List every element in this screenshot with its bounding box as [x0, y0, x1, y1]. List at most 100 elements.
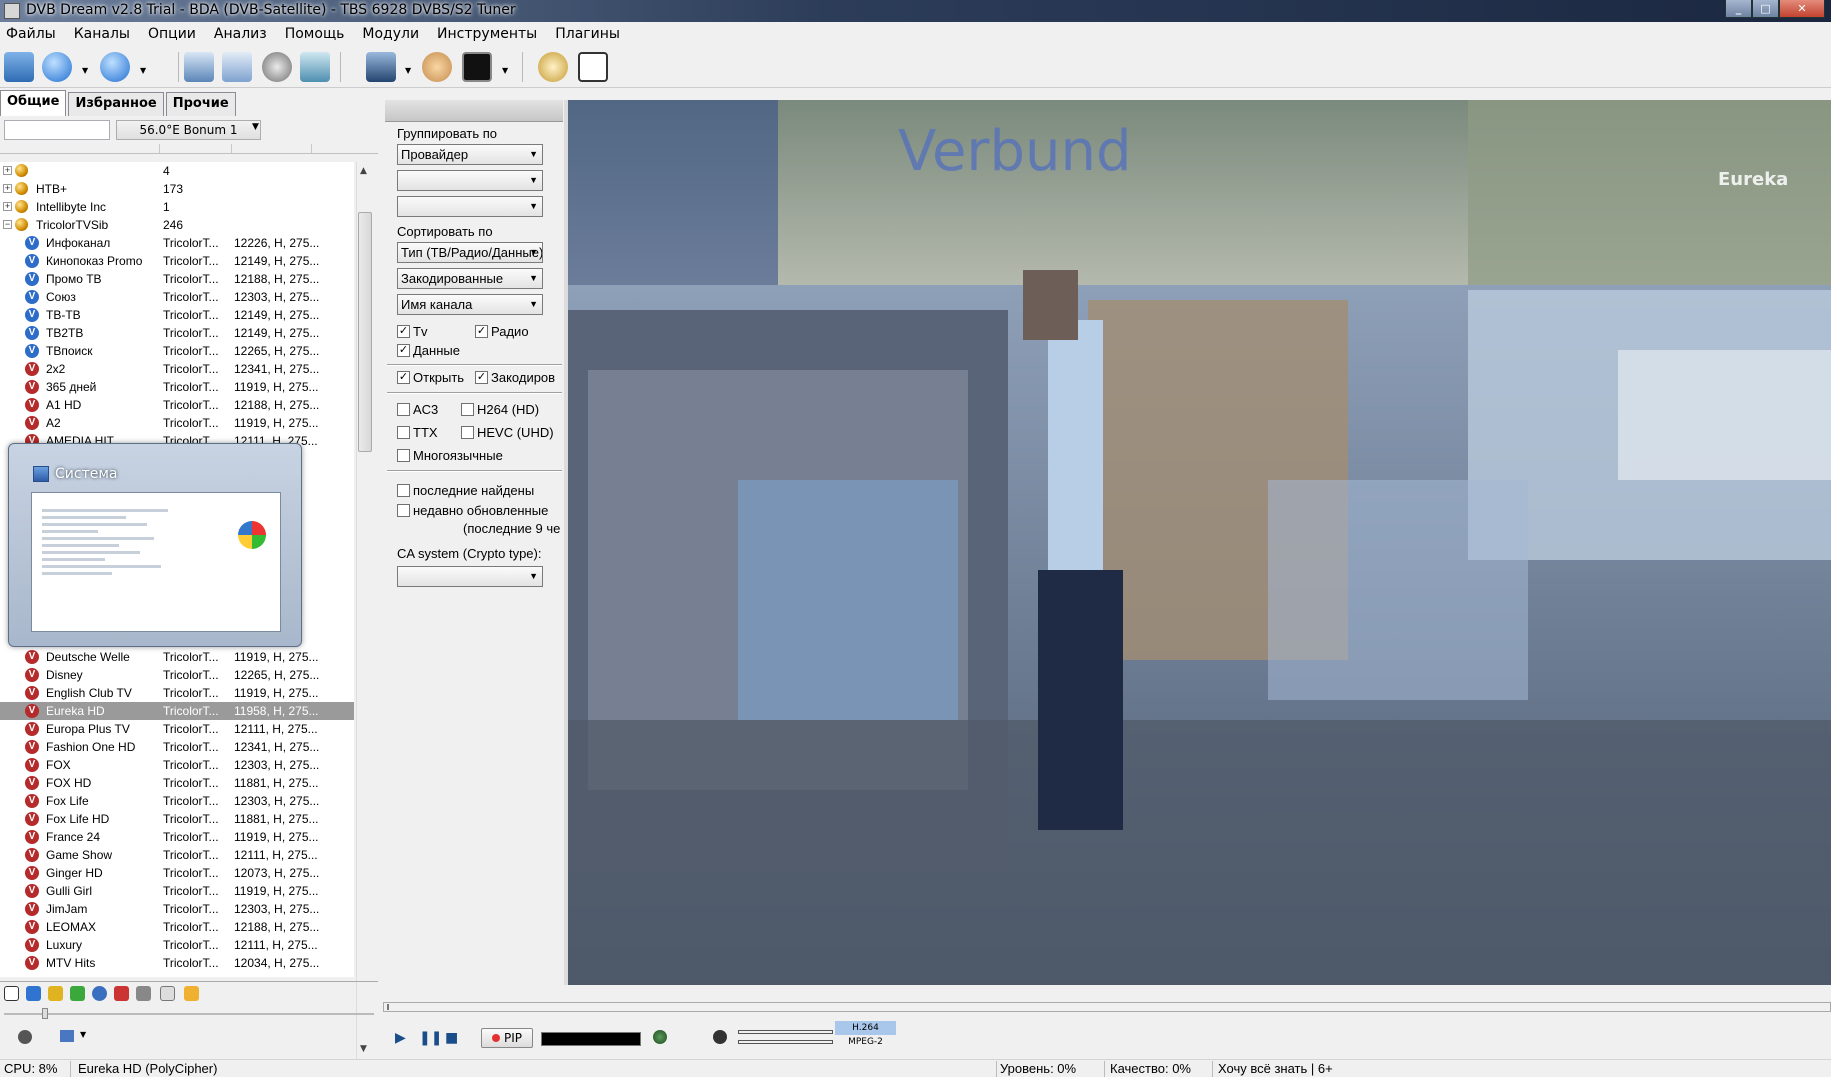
- tv-checkbox[interactable]: ✓ Tv: [397, 324, 427, 339]
- expand-icon[interactable]: +: [3, 202, 12, 211]
- pause-icon[interactable]: ❚❚: [419, 1030, 442, 1046]
- signal-meter-icon[interactable]: [578, 52, 608, 82]
- expand-icon[interactable]: +: [3, 166, 12, 175]
- channel-row[interactable]: V Deutsche Welle TricolorT... 11919, H, 275…: [0, 648, 354, 666]
- channel-row[interactable]: V Промо ТВ TricolorT... 12188, H, 275...: [0, 270, 354, 288]
- channel-row[interactable]: V A2 TricolorT... 11919, H, 275...: [0, 414, 354, 432]
- channel-row[interactable]: V Europa Plus TV TricolorT... 12111, H, 275…: [0, 720, 354, 738]
- monitor-icon[interactable]: [184, 52, 214, 82]
- scrollbar-thumb[interactable]: [358, 212, 372, 452]
- channel-row[interactable]: V MTV Hits TricolorT... 12034, H, 275...: [0, 954, 354, 972]
- channel-row[interactable]: V A1 HD TricolorT... 12188, H, 275...: [0, 396, 354, 414]
- channel-row[interactable]: V Ginger HD TricolorT... 12073, H, 275...: [0, 864, 354, 882]
- epg-icon[interactable]: [222, 52, 252, 82]
- stop-recording-icon[interactable]: [422, 52, 452, 82]
- channel-row[interactable]: V Fox Life HD TricolorT... 11881, H, 275...: [0, 810, 354, 828]
- maximize-button[interactable]: □: [1752, 0, 1779, 18]
- channel-row[interactable]: V Game Show TricolorT... 12111, H, 275...: [0, 846, 354, 864]
- channel-row[interactable]: V Fox Life TricolorT... 12303, H, 275...: [0, 792, 354, 810]
- channel-row[interactable]: V JimJam TricolorT... 12303, H, 275...: [0, 900, 354, 918]
- menu-channels[interactable]: Каналы: [74, 26, 130, 42]
- last-found-checkbox[interactable]: последние найдены: [397, 483, 534, 498]
- back-dropdown-icon[interactable]: ▼: [82, 66, 88, 75]
- forward-icon[interactable]: [100, 52, 130, 82]
- channel-row[interactable]: V English Club TV TricolorT... 11919, H, 27…: [0, 684, 354, 702]
- ac3-checkbox[interactable]: AC3: [397, 402, 438, 417]
- open-checkbox[interactable]: ✓ Открыть: [397, 370, 464, 385]
- forward-dropdown-icon[interactable]: ▼: [140, 66, 146, 75]
- channel-row[interactable]: V 2x2 TricolorT... 12341, H, 275...: [0, 360, 354, 378]
- h264-checkbox[interactable]: H264 (HD): [461, 402, 539, 417]
- tab-favorites[interactable]: Избранное: [68, 92, 164, 116]
- channel-row[interactable]: V Eureka HD TricolorT... 11958, H, 275...: [0, 702, 354, 720]
- channel-row[interactable]: V Fashion One HD TricolorT... 12341, H, 275…: [0, 738, 354, 756]
- multilang-checkbox[interactable]: Многоязычные: [397, 448, 503, 463]
- channel-row[interactable]: V ТВ2ТВ TricolorT... 12149, H, 275...: [0, 324, 354, 342]
- stop-icon[interactable]: ■: [445, 1030, 458, 1046]
- tv-filter-icon[interactable]: [26, 986, 41, 1001]
- seek-bar[interactable]: [383, 1002, 1831, 1012]
- back-icon[interactable]: [42, 52, 72, 82]
- channel-row[interactable]: V Luxury TricolorT... 12111, H, 275...: [0, 936, 354, 954]
- collapse-icon[interactable]: −: [3, 220, 12, 229]
- channel-row[interactable]: V Союз TricolorT... 12303, H, 275...: [0, 288, 354, 306]
- channel-row[interactable]: V ТВ-ТВ TricolorT... 12149, H, 275...: [0, 306, 354, 324]
- menu-plugins[interactable]: Плагины: [555, 26, 620, 42]
- channel-row[interactable]: V 365 дней TricolorT... 11919, H, 275...: [0, 378, 354, 396]
- close-button[interactable]: ✕: [1779, 0, 1825, 18]
- hevc-checkbox[interactable]: HEVC (UHD): [461, 425, 554, 440]
- seek-handle[interactable]: [387, 1004, 389, 1010]
- gear-icon[interactable]: [262, 52, 292, 82]
- channel-row[interactable]: V France 24 TricolorT... 11919, H, 275...: [0, 828, 354, 846]
- channel-search-input[interactable]: [4, 120, 110, 140]
- recently-updated-checkbox[interactable]: недавно обновленные: [397, 503, 562, 518]
- video-display[interactable]: Verbund Eureka: [568, 100, 1831, 985]
- group-by-select-3[interactable]: ▼: [397, 196, 543, 217]
- menu-analysis[interactable]: Анализ: [214, 26, 267, 42]
- group-by-select[interactable]: Провайдер ▼: [397, 144, 543, 165]
- radio-checkbox[interactable]: ✓ Радио: [475, 324, 529, 339]
- channel-row[interactable]: V Инфоканал TricolorT... 12226, H, 275...: [0, 234, 354, 252]
- data-filter-icon[interactable]: [70, 986, 85, 1001]
- ca-system-select[interactable]: ▼: [397, 566, 543, 587]
- channel-row[interactable]: V Кинопоказ Promo TricolorT... 12149, H, 27…: [0, 252, 354, 270]
- slider-handle[interactable]: [42, 1008, 48, 1019]
- menu-files[interactable]: Файлы: [6, 26, 56, 42]
- speaker-icon[interactable]: [18, 1030, 32, 1044]
- collapse-icon[interactable]: [4, 986, 19, 1001]
- volume-slider-right[interactable]: [738, 1040, 833, 1044]
- sort-select-1[interactable]: Тип (ТВ/Радио/Данные) ▼: [397, 242, 543, 263]
- sort-select-3[interactable]: Имя канала ▼: [397, 294, 543, 315]
- timer-icon[interactable]: [538, 52, 568, 82]
- record-dropdown-icon[interactable]: ▼: [405, 66, 411, 75]
- open-channels-icon[interactable]: [4, 52, 34, 82]
- menu-help[interactable]: Помощь: [285, 26, 345, 42]
- encrypted-checkbox[interactable]: ✓ Закодиров: [475, 370, 563, 385]
- view-mode-dropdown-icon[interactable]: ▼: [80, 1030, 86, 1039]
- edit-icon[interactable]: [160, 986, 175, 1001]
- recorder-icon[interactable]: [462, 52, 492, 82]
- globe-icon[interactable]: [653, 1030, 667, 1044]
- channel-row[interactable]: V FOX HD TricolorT... 11881, H, 275...: [0, 774, 354, 792]
- scan-icon[interactable]: [136, 986, 151, 1001]
- capture-icon[interactable]: [300, 52, 330, 82]
- expand-icon[interactable]: +: [3, 184, 12, 193]
- taskbar-thumbnail[interactable]: Система: [8, 443, 302, 647]
- record-schedule-icon[interactable]: [366, 52, 396, 82]
- provider-group-row[interactable]: + Intellibyte Inc 1: [0, 198, 354, 216]
- satellite-select[interactable]: 56.0°E Bonum 1: [116, 120, 261, 140]
- channel-row[interactable]: V LEOMAX TricolorT... 12188, H, 275...: [0, 918, 354, 936]
- tag-icon[interactable]: [114, 986, 129, 1001]
- speaker-icon[interactable]: [713, 1030, 727, 1044]
- channel-row[interactable]: V FOX TricolorT... 12303, H, 275...: [0, 756, 354, 774]
- volume-slider-left[interactable]: [738, 1030, 833, 1034]
- minimize-button[interactable]: _: [1725, 0, 1752, 18]
- menu-modules[interactable]: Модули: [362, 26, 419, 42]
- menu-options[interactable]: Опции: [148, 26, 196, 42]
- pip-button[interactable]: PIP: [481, 1028, 533, 1048]
- scroll-up-icon[interactable]: ▲: [360, 166, 367, 176]
- sort-select-2[interactable]: Закодированные ▼: [397, 268, 543, 289]
- channel-row[interactable]: V Disney TricolorT... 12265, H, 275...: [0, 666, 354, 684]
- group-by-select-2[interactable]: ▼: [397, 170, 543, 191]
- list-slider[interactable]: [0, 1008, 378, 1020]
